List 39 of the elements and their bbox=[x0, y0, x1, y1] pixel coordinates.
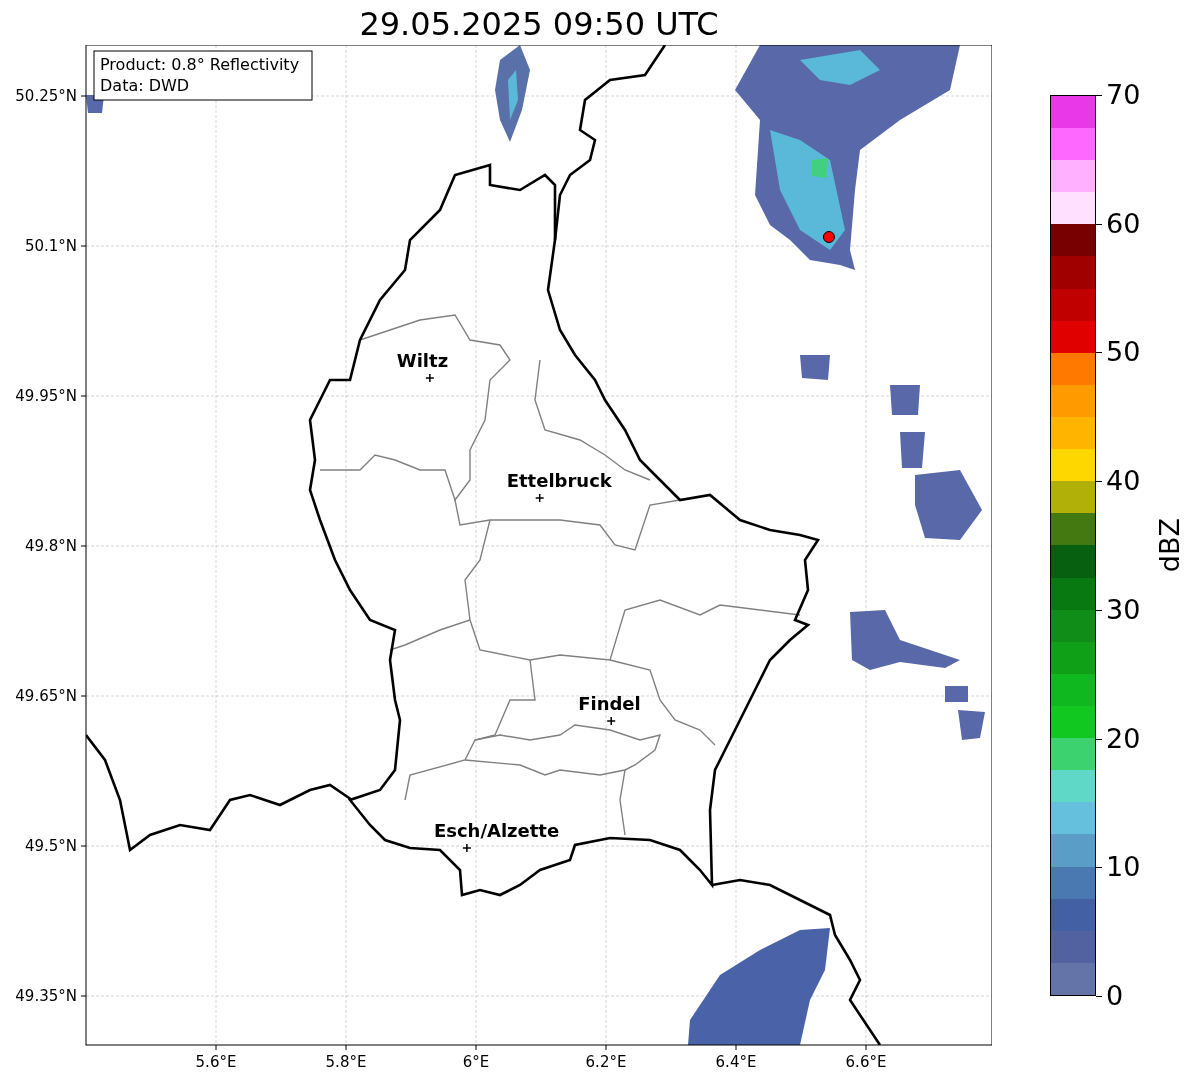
info-text: Data: DWD bbox=[100, 76, 190, 95]
city-label: Esch/Alzette bbox=[433, 820, 560, 841]
colorbar-tick-label: 0 bbox=[1106, 981, 1124, 1011]
colorbar-tick-label: 60 bbox=[1106, 208, 1141, 239]
colorbar-tick-label: 70 bbox=[1106, 80, 1141, 110]
latitude-label: 49.95°N bbox=[15, 387, 77, 405]
latitude-label: 50.25°N bbox=[15, 87, 77, 105]
longitude-label: 5.6°E bbox=[195, 1053, 237, 1071]
latitude-label: 49.5°N bbox=[24, 837, 77, 855]
colorbar-tick-label: 10 bbox=[1106, 852, 1141, 883]
latitude-label: 50.1°N bbox=[24, 237, 77, 255]
city-marker bbox=[462, 843, 472, 853]
city-label: Wiltz bbox=[396, 350, 449, 371]
colorbar-label: dBZ bbox=[1154, 518, 1184, 573]
longitude-label: 5.8°E bbox=[325, 1053, 367, 1071]
longitude-label: 6°E bbox=[462, 1053, 490, 1071]
colorbar-tick-label: 50 bbox=[1106, 337, 1141, 368]
latitude-label: 49.65°N bbox=[15, 687, 77, 705]
city-marker bbox=[534, 493, 545, 503]
latitude-label: 49.35°N bbox=[15, 987, 77, 1005]
radar-site-marker bbox=[822, 231, 835, 243]
radar-echo bbox=[945, 686, 968, 702]
longitude-label: 6.6°E bbox=[845, 1053, 887, 1071]
info-text: Product: 0.8° Reflectivity bbox=[100, 55, 300, 74]
colorbar-tick-label: 30 bbox=[1106, 594, 1141, 625]
longitude-label: 6.4°E bbox=[715, 1053, 757, 1071]
longitude-label: 6.2°E bbox=[585, 1053, 627, 1071]
colorbar-tick-label: 40 bbox=[1106, 466, 1141, 497]
radar-echo bbox=[915, 470, 982, 540]
colorbar-tick-label: 20 bbox=[1106, 723, 1141, 754]
city-marker bbox=[425, 373, 435, 383]
city-label: Findel bbox=[578, 693, 641, 714]
radar-echo bbox=[890, 385, 920, 415]
city-marker bbox=[606, 716, 616, 726]
city-label: Ettelbruck bbox=[506, 470, 612, 491]
latitude-label: 49.8°N bbox=[24, 537, 77, 555]
radar-echo bbox=[800, 355, 830, 380]
radar-echo bbox=[958, 710, 985, 740]
chart-title: 29.05.2025 09:50 UTC bbox=[358, 4, 720, 45]
